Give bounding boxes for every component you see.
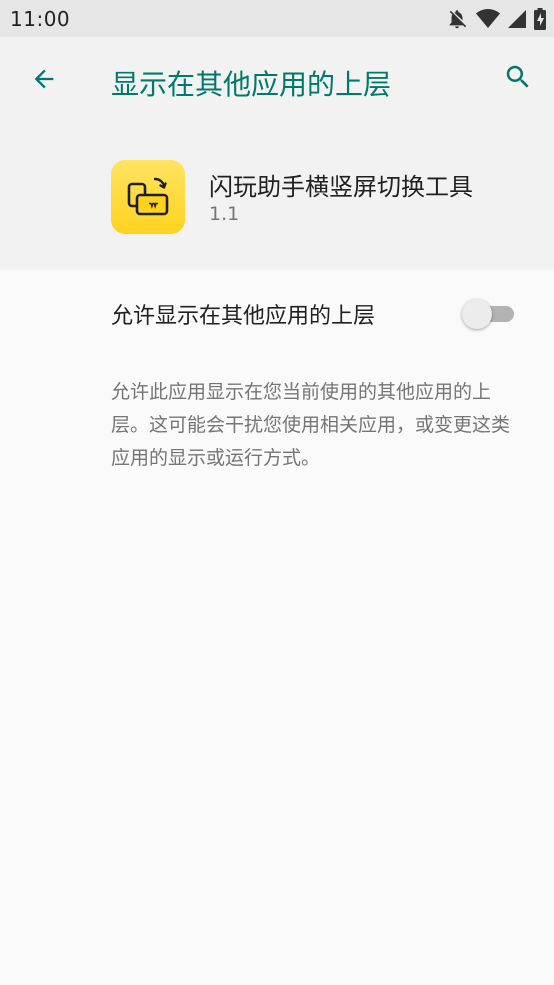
app-header: 闪玩助手横竖屏切换工具 1.1 (0, 123, 554, 270)
app-version: 1.1 (209, 203, 240, 225)
permission-setting-row[interactable]: 允许显示在其他应用的上层 (0, 270, 554, 356)
arrow-back-icon (30, 65, 58, 97)
notifications-off-icon (446, 8, 468, 30)
toggle-thumb (462, 299, 492, 329)
permission-description: 允许此应用显示在您当前使用的其他应用的上层。这可能会干扰您使用相关应用，或变更这… (111, 381, 511, 469)
page-title: 显示在其他应用的上层 (111, 68, 392, 101)
permission-setting-label: 允许显示在其他应用的上层 (111, 304, 376, 329)
status-icons (446, 8, 546, 30)
battery-charging-icon (534, 8, 546, 30)
wifi-icon (476, 9, 500, 29)
search-icon (503, 62, 533, 96)
status-time: 11:00 (10, 7, 71, 31)
app-bar: 显示在其他应用的上层 (0, 37, 554, 123)
signal-icon (508, 9, 526, 29)
rotate-screen-app-icon (111, 160, 185, 234)
app-name: 闪玩助手横竖屏切换工具 (209, 173, 473, 201)
overlay-permission-toggle[interactable] (462, 297, 514, 329)
status-bar: 11:00 (0, 0, 554, 37)
search-button[interactable] (498, 59, 538, 99)
back-button[interactable] (24, 61, 64, 101)
